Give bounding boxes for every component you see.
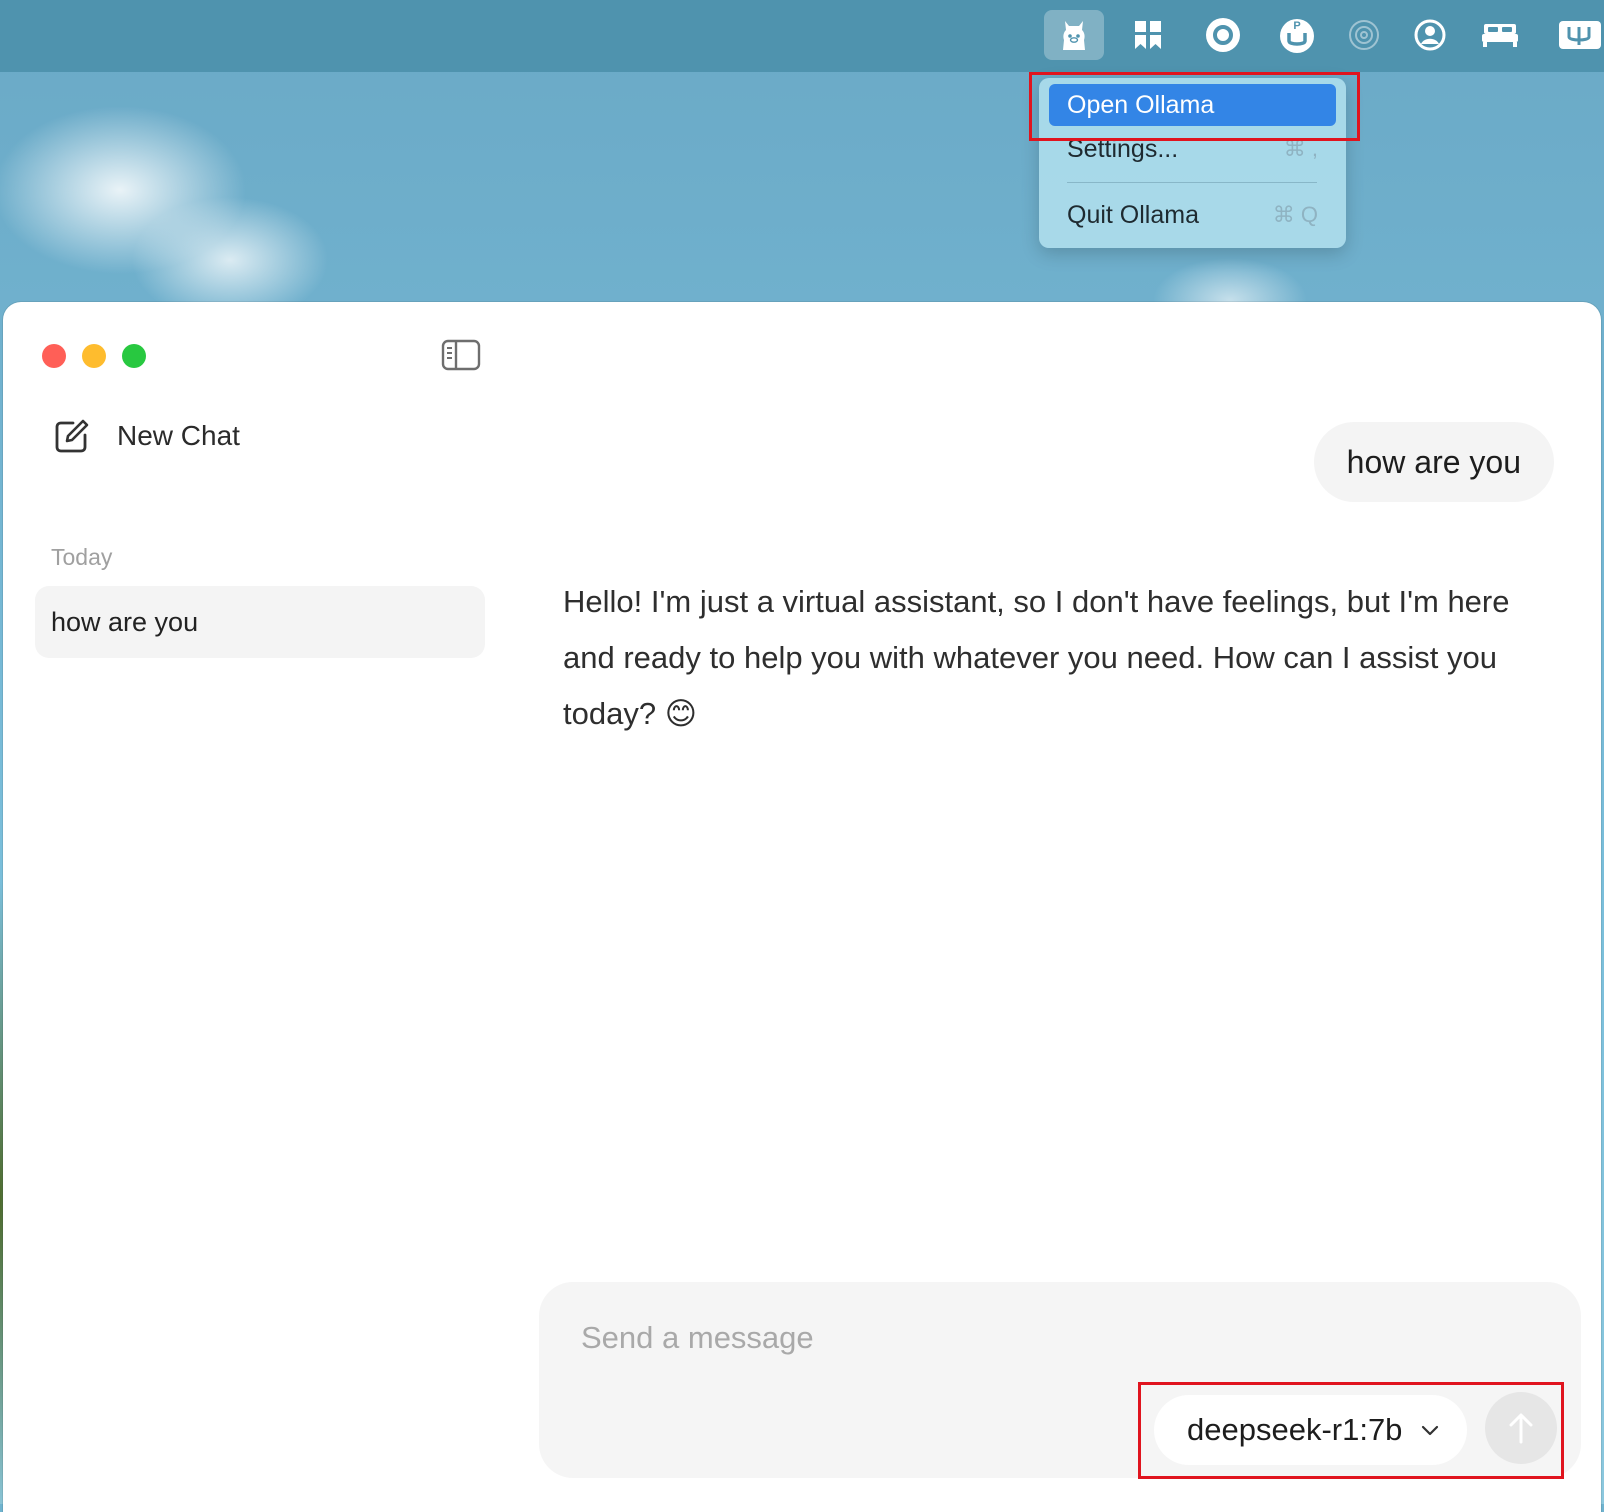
user-message-text: how are you bbox=[1346, 443, 1521, 480]
airdrop-icon[interactable] bbox=[1334, 10, 1394, 60]
ollama-app-window: New Chat Today how are you how are you H… bbox=[3, 302, 1601, 1512]
close-window-button[interactable] bbox=[42, 344, 66, 368]
annotation-highlight-box bbox=[1138, 1382, 1564, 1479]
bed-icon[interactable] bbox=[1470, 10, 1530, 60]
sidebar-chat-item[interactable]: how are you bbox=[35, 586, 485, 658]
new-chat-button[interactable]: New Chat bbox=[53, 416, 240, 456]
record-circle-icon[interactable] bbox=[1193, 10, 1253, 60]
compose-icon bbox=[55, 419, 89, 453]
chat-item-label: how are you bbox=[51, 606, 199, 637]
sidebar-toggle-icon[interactable] bbox=[441, 338, 481, 372]
menu-bar: P bbox=[0, 0, 1604, 72]
assistant-message: Hello! I'm just a virtual assistant, so … bbox=[563, 584, 1510, 731]
keyboard-input-icon[interactable] bbox=[1553, 10, 1604, 60]
user-account-icon[interactable] bbox=[1400, 10, 1460, 60]
bookmark-grid-icon[interactable] bbox=[1118, 10, 1178, 60]
sidebar-section-today: Today bbox=[51, 544, 113, 570]
menu-item-label: Quit Ollama bbox=[1067, 200, 1199, 229]
svg-text:P: P bbox=[1293, 20, 1300, 32]
minimize-window-button[interactable] bbox=[82, 344, 106, 368]
zoom-window-button[interactable] bbox=[122, 344, 146, 368]
new-chat-label: New Chat bbox=[117, 420, 240, 451]
menu-item-quit-ollama[interactable]: Quit Ollama ⌘ Q bbox=[1049, 194, 1336, 236]
p-shield-icon[interactable]: P bbox=[1267, 10, 1327, 60]
menu-shortcut: ⌘ Q bbox=[1272, 202, 1318, 227]
ollama-llama-icon[interactable] bbox=[1044, 10, 1104, 60]
user-message-bubble: how are you bbox=[1313, 422, 1554, 502]
annotation-highlight-box bbox=[1029, 72, 1360, 141]
menu-separator bbox=[1067, 182, 1317, 183]
message-input[interactable] bbox=[579, 1312, 1543, 1364]
